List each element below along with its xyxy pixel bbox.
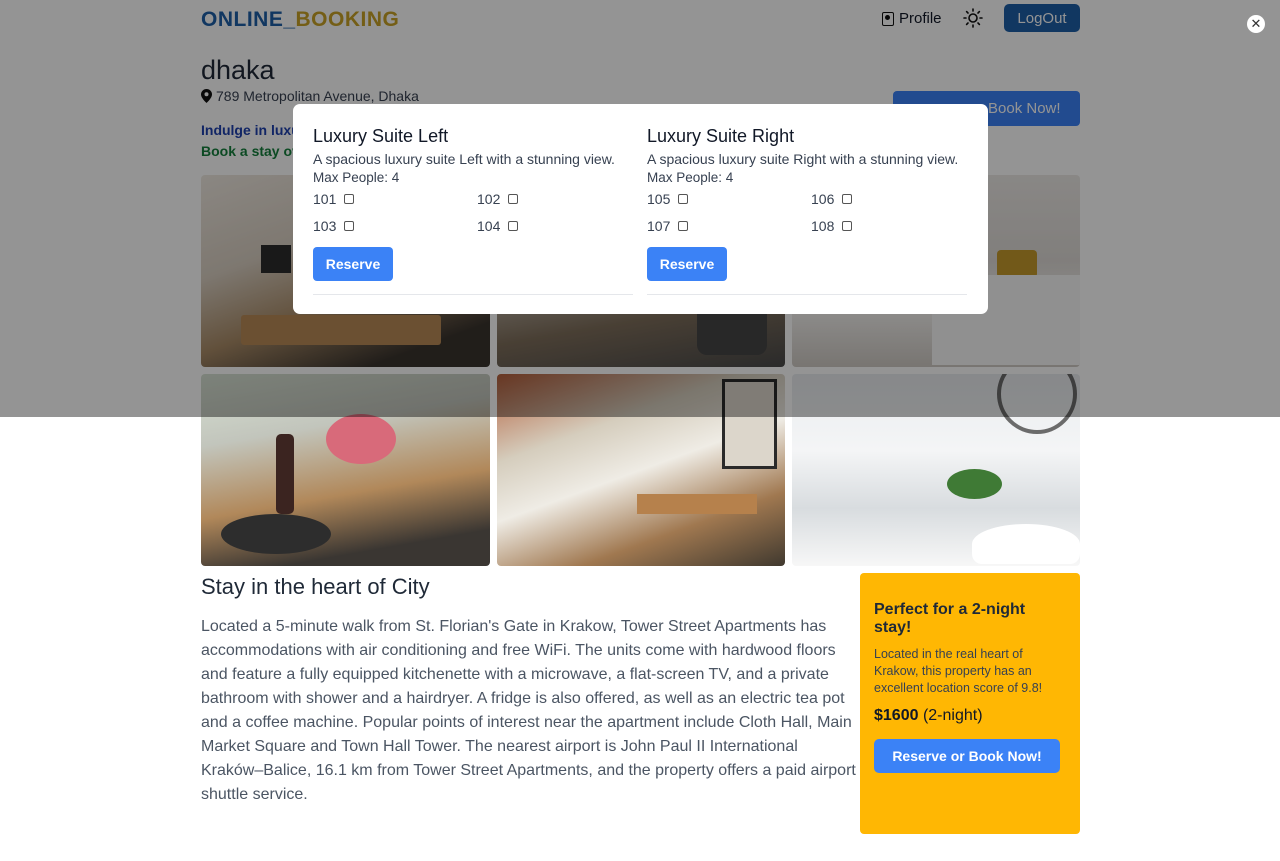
description-title: Stay in the heart of City [201,574,430,599]
offer-title: Perfect for a 2-night stay! [874,601,1026,636]
suite-card-left: Luxury Suite Left A spacious luxury suit… [313,126,633,295]
photo-6-plant [947,469,1002,499]
room-number: 104 [477,217,501,234]
photo-4-bottle [276,434,294,514]
reserve-button[interactable]: Reserve [313,247,393,281]
room-option[interactable]: 104 [477,215,627,236]
suite-title: Luxury Suite Right [647,126,795,146]
room-selection-modal: Luxury Suite Left A spacious luxury suit… [293,104,988,314]
photo-4-flowers [326,414,396,464]
room-number: 101 [313,190,337,207]
room-number: 103 [313,217,337,234]
room-list: 105 106 107 108 [647,188,967,236]
offer-price-amount: $1600 [874,707,919,724]
room-checkbox[interactable] [678,220,689,231]
room-option[interactable]: 102 [477,188,627,209]
room-option[interactable]: 107 [647,215,811,236]
room-number: 102 [477,190,501,207]
suite-title: Luxury Suite Left [313,126,449,146]
room-option[interactable]: 108 [811,215,961,236]
room-checkbox[interactable] [508,193,519,204]
room-option[interactable]: 103 [313,215,477,236]
room-number: 107 [647,217,671,234]
suite-max-people: Max People: 4 [313,170,400,185]
offer-text: Located in the real heart of Krakow, thi… [874,647,1043,695]
suite-card-right: Luxury Suite Right A spacious luxury sui… [647,126,967,295]
room-checkbox[interactable] [344,220,355,231]
room-checkbox[interactable] [842,193,853,204]
room-list: 101 102 103 104 [313,188,633,236]
room-checkbox[interactable] [344,193,355,204]
room-option[interactable]: 105 [647,188,811,209]
room-number: 108 [811,217,835,234]
photo-5-table [637,494,757,514]
photo-4-plate [221,514,331,554]
suite-description: A spacious luxury suite Left with a stun… [313,151,615,167]
reserve-button[interactable]: Reserve [647,247,727,281]
offer-price-suffix: (2-night) [922,707,983,724]
suite-max-people: Max People: 4 [647,170,734,185]
offer-price: $1600 (2-night) [874,707,1066,725]
room-number: 106 [811,190,835,207]
room-number: 105 [647,190,671,207]
room-checkbox[interactable] [678,193,689,204]
close-icon[interactable]: ✕ [1247,15,1265,33]
description-body: Located a 5-minute walk from St. Florian… [201,618,856,803]
room-option[interactable]: 106 [811,188,961,209]
room-checkbox[interactable] [842,220,853,231]
divider [647,294,967,295]
reserve-or-book-button[interactable]: Reserve or Book Now! [874,739,1060,773]
room-checkbox[interactable] [508,220,519,231]
room-option[interactable]: 101 [313,188,477,209]
suite-description: A spacious luxury suite Right with a stu… [647,151,959,167]
offer-card: Perfect for a 2-night stay! Located in t… [860,573,1080,834]
divider [313,294,633,295]
photo-6-sink [972,524,1080,564]
